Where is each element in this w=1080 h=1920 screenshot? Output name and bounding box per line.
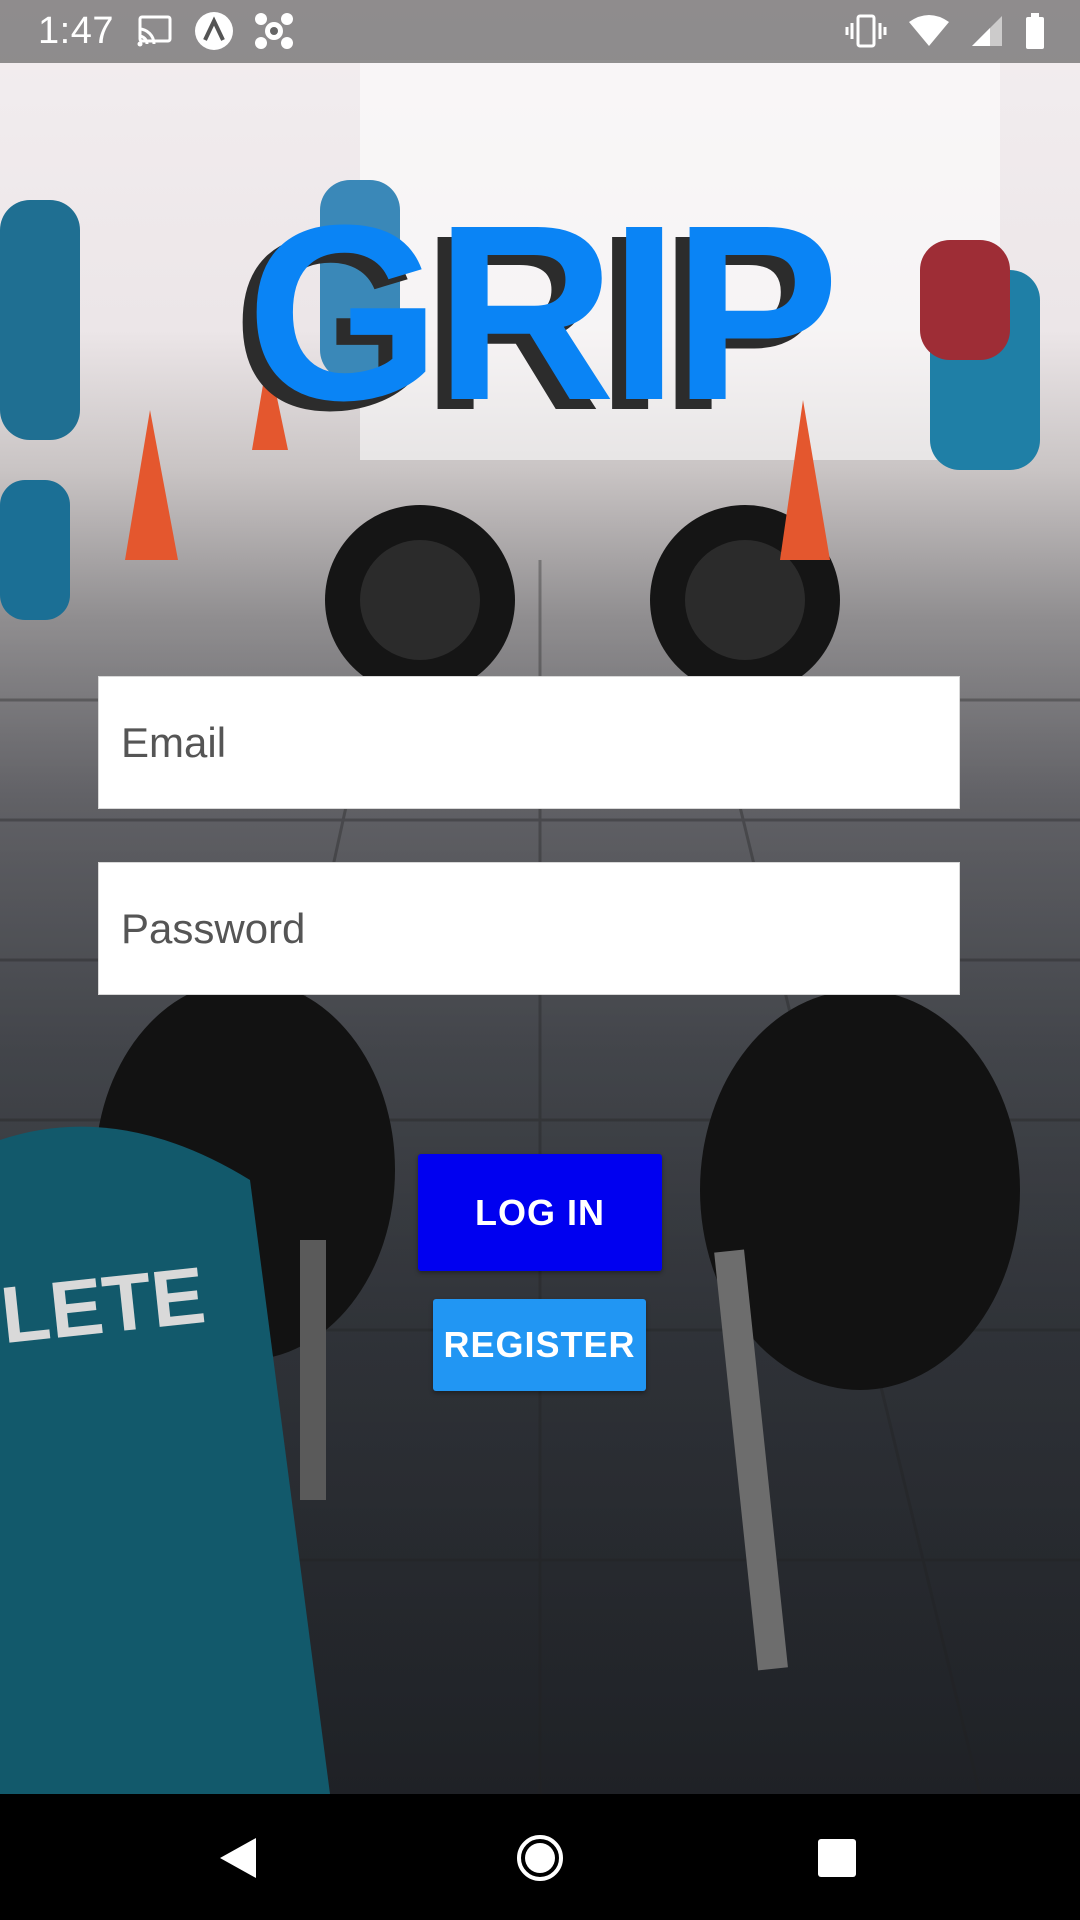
back-button[interactable] <box>198 1818 278 1898</box>
email-input[interactable] <box>99 677 959 808</box>
status-right-icons <box>844 12 1046 55</box>
password-field-container <box>98 862 960 995</box>
status-time: 1:47 <box>38 10 114 52</box>
vibrate-icon <box>844 13 888 54</box>
status-bar: 1:47 <box>0 0 1080 63</box>
login-button[interactable]: LOG IN <box>418 1154 662 1271</box>
app-a-icon <box>194 11 234 56</box>
password-input[interactable] <box>99 863 959 994</box>
battery-icon <box>1024 12 1046 55</box>
home-button[interactable] <box>500 1818 580 1898</box>
app-settings-icon <box>254 11 294 56</box>
signal-icon <box>970 14 1004 53</box>
status-left-icons <box>136 11 294 56</box>
app-logo: GRIP <box>246 173 839 452</box>
recents-icon <box>818 1839 856 1877</box>
back-icon <box>220 1838 256 1878</box>
recents-button[interactable] <box>797 1818 877 1898</box>
navigation-bar <box>0 1794 1080 1920</box>
cast-icon <box>136 14 174 53</box>
home-icon <box>517 1835 563 1881</box>
email-field-container <box>98 676 960 809</box>
wifi-icon <box>908 14 950 53</box>
register-button[interactable]: REGISTER <box>433 1299 646 1391</box>
